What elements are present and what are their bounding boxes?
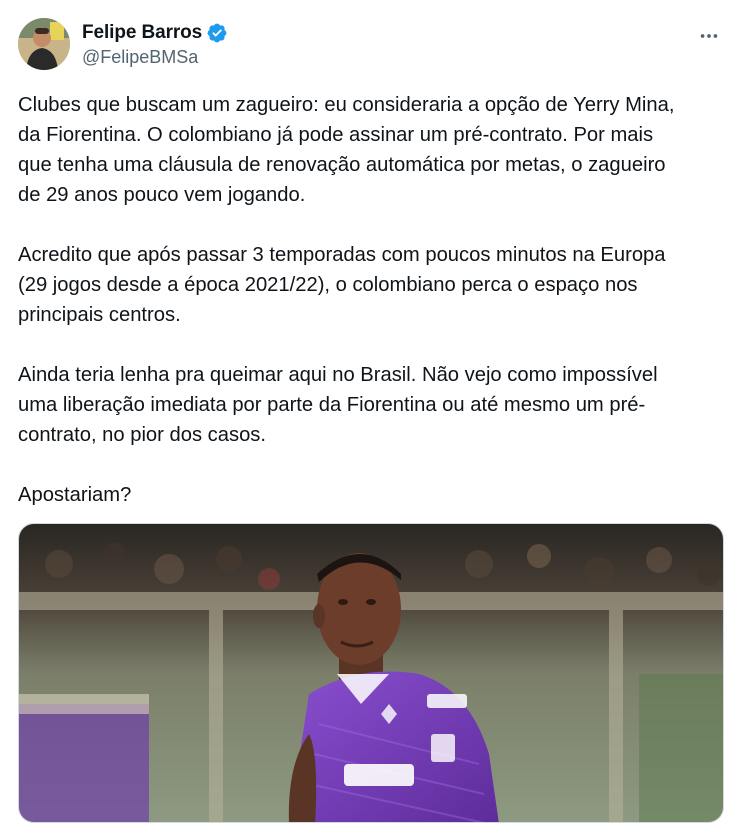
- player-photo: [19, 524, 723, 822]
- avatar[interactable]: [18, 18, 70, 70]
- tweet-card: Felipe Barros @FelipeBMSa Clubes que bus…: [0, 0, 742, 823]
- tweet-paragraph: Apostariam?: [18, 484, 132, 506]
- display-name-row: Felipe Barros: [82, 20, 228, 46]
- verified-badge-icon: [206, 22, 228, 44]
- author-handle[interactable]: @FelipeBMSa: [82, 47, 228, 68]
- author-names: Felipe Barros @FelipeBMSa: [82, 20, 228, 68]
- avatar-photo: [18, 18, 70, 70]
- tweet-header: Felipe Barros @FelipeBMSa: [18, 18, 724, 74]
- more-horizontal-icon: [700, 34, 718, 38]
- tweet-paragraph: Clubes que buscam um zagueiro: eu consid…: [18, 94, 675, 206]
- tweet-paragraph: Acredito que após passar 3 temporadas co…: [18, 244, 666, 326]
- display-name[interactable]: Felipe Barros: [82, 22, 202, 44]
- tweet-text: Clubes que buscam um zagueiro: eu consid…: [18, 90, 726, 540]
- tweet-media-photo[interactable]: [18, 523, 724, 823]
- tweet-paragraph: Ainda teria lenha pra queimar aqui no Br…: [18, 364, 658, 446]
- more-options-button[interactable]: [694, 24, 724, 48]
